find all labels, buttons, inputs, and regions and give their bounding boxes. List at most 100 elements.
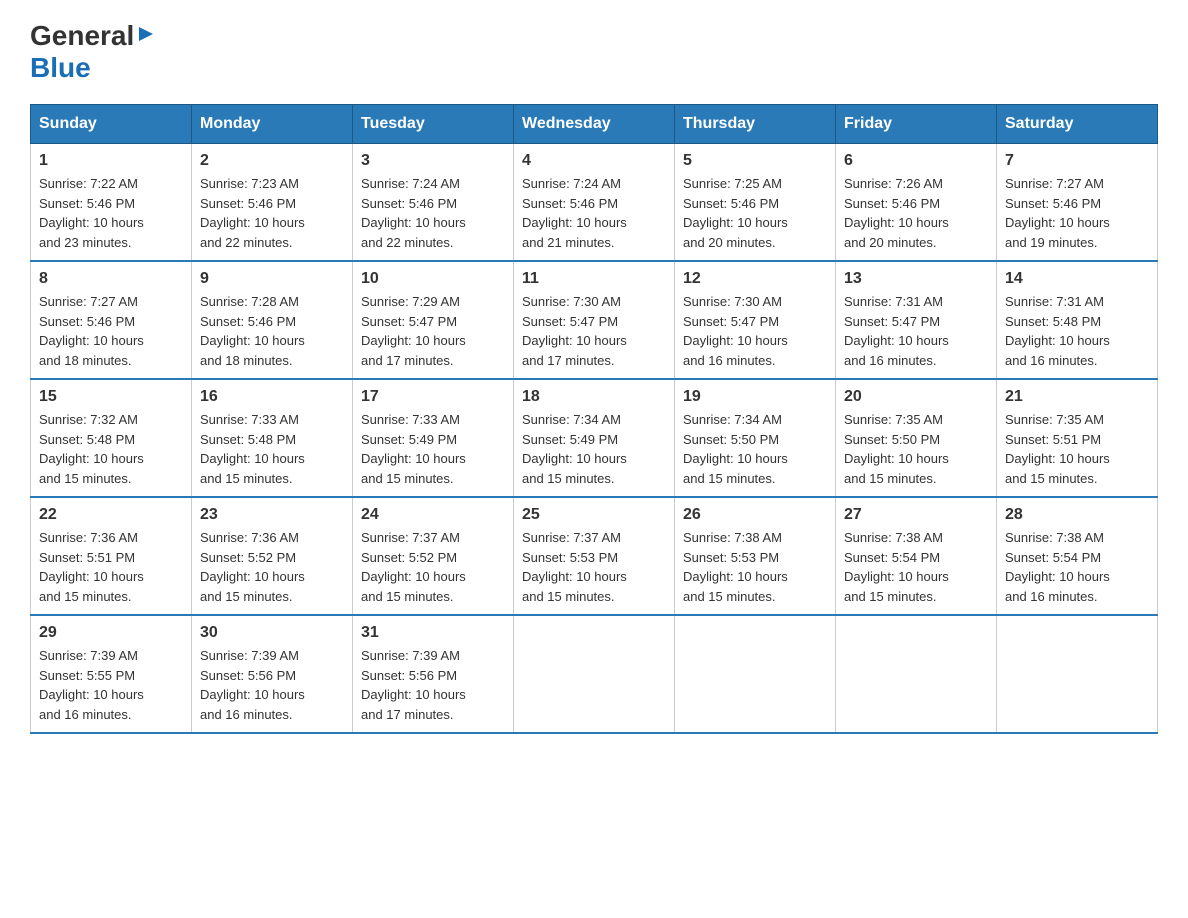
day-info: Sunrise: 7:38 AM Sunset: 5:54 PM Dayligh… <box>844 528 988 606</box>
calendar-cell: 31 Sunrise: 7:39 AM Sunset: 5:56 PM Dayl… <box>353 615 514 733</box>
calendar-cell: 13 Sunrise: 7:31 AM Sunset: 5:47 PM Dayl… <box>836 261 997 379</box>
day-number: 19 <box>683 388 827 406</box>
day-number: 12 <box>683 270 827 288</box>
calendar-cell: 10 Sunrise: 7:29 AM Sunset: 5:47 PM Dayl… <box>353 261 514 379</box>
day-number: 8 <box>39 270 183 288</box>
calendar-cell: 27 Sunrise: 7:38 AM Sunset: 5:54 PM Dayl… <box>836 497 997 615</box>
calendar-cell: 22 Sunrise: 7:36 AM Sunset: 5:51 PM Dayl… <box>31 497 192 615</box>
day-number: 24 <box>361 506 505 524</box>
calendar-cell: 24 Sunrise: 7:37 AM Sunset: 5:52 PM Dayl… <box>353 497 514 615</box>
day-number: 7 <box>1005 152 1149 170</box>
calendar-cell: 20 Sunrise: 7:35 AM Sunset: 5:50 PM Dayl… <box>836 379 997 497</box>
day-number: 1 <box>39 152 183 170</box>
day-info: Sunrise: 7:30 AM Sunset: 5:47 PM Dayligh… <box>683 292 827 370</box>
day-header-monday: Monday <box>192 105 353 144</box>
calendar-week-row: 29 Sunrise: 7:39 AM Sunset: 5:55 PM Dayl… <box>31 615 1158 733</box>
calendar-cell: 1 Sunrise: 7:22 AM Sunset: 5:46 PM Dayli… <box>31 144 192 262</box>
calendar-cell: 21 Sunrise: 7:35 AM Sunset: 5:51 PM Dayl… <box>997 379 1158 497</box>
day-info: Sunrise: 7:30 AM Sunset: 5:47 PM Dayligh… <box>522 292 666 370</box>
day-info: Sunrise: 7:28 AM Sunset: 5:46 PM Dayligh… <box>200 292 344 370</box>
day-info: Sunrise: 7:27 AM Sunset: 5:46 PM Dayligh… <box>1005 174 1149 252</box>
day-info: Sunrise: 7:34 AM Sunset: 5:50 PM Dayligh… <box>683 410 827 488</box>
day-number: 14 <box>1005 270 1149 288</box>
calendar-cell: 4 Sunrise: 7:24 AM Sunset: 5:46 PM Dayli… <box>514 144 675 262</box>
day-info: Sunrise: 7:39 AM Sunset: 5:56 PM Dayligh… <box>361 646 505 724</box>
page-header: General Blue <box>30 20 1158 84</box>
day-number: 23 <box>200 506 344 524</box>
day-header-tuesday: Tuesday <box>353 105 514 144</box>
calendar-table: SundayMondayTuesdayWednesdayThursdayFrid… <box>30 104 1158 734</box>
day-info: Sunrise: 7:31 AM Sunset: 5:48 PM Dayligh… <box>1005 292 1149 370</box>
day-info: Sunrise: 7:34 AM Sunset: 5:49 PM Dayligh… <box>522 410 666 488</box>
day-number: 13 <box>844 270 988 288</box>
calendar-cell: 11 Sunrise: 7:30 AM Sunset: 5:47 PM Dayl… <box>514 261 675 379</box>
day-header-sunday: Sunday <box>31 105 192 144</box>
day-header-saturday: Saturday <box>997 105 1158 144</box>
day-info: Sunrise: 7:23 AM Sunset: 5:46 PM Dayligh… <box>200 174 344 252</box>
calendar-cell <box>836 615 997 733</box>
calendar-cell: 30 Sunrise: 7:39 AM Sunset: 5:56 PM Dayl… <box>192 615 353 733</box>
day-info: Sunrise: 7:26 AM Sunset: 5:46 PM Dayligh… <box>844 174 988 252</box>
day-number: 20 <box>844 388 988 406</box>
day-number: 2 <box>200 152 344 170</box>
day-info: Sunrise: 7:39 AM Sunset: 5:55 PM Dayligh… <box>39 646 183 724</box>
calendar-cell: 15 Sunrise: 7:32 AM Sunset: 5:48 PM Dayl… <box>31 379 192 497</box>
calendar-cell: 26 Sunrise: 7:38 AM Sunset: 5:53 PM Dayl… <box>675 497 836 615</box>
day-number: 21 <box>1005 388 1149 406</box>
logo: General Blue <box>30 20 155 84</box>
day-number: 5 <box>683 152 827 170</box>
calendar-cell: 9 Sunrise: 7:28 AM Sunset: 5:46 PM Dayli… <box>192 261 353 379</box>
day-number: 30 <box>200 624 344 642</box>
day-info: Sunrise: 7:25 AM Sunset: 5:46 PM Dayligh… <box>683 174 827 252</box>
day-info: Sunrise: 7:35 AM Sunset: 5:51 PM Dayligh… <box>1005 410 1149 488</box>
day-info: Sunrise: 7:29 AM Sunset: 5:47 PM Dayligh… <box>361 292 505 370</box>
day-number: 16 <box>200 388 344 406</box>
day-info: Sunrise: 7:36 AM Sunset: 5:51 PM Dayligh… <box>39 528 183 606</box>
calendar-cell <box>997 615 1158 733</box>
day-number: 28 <box>1005 506 1149 524</box>
day-number: 17 <box>361 388 505 406</box>
day-number: 29 <box>39 624 183 642</box>
day-number: 18 <box>522 388 666 406</box>
day-info: Sunrise: 7:35 AM Sunset: 5:50 PM Dayligh… <box>844 410 988 488</box>
day-number: 10 <box>361 270 505 288</box>
calendar-cell: 6 Sunrise: 7:26 AM Sunset: 5:46 PM Dayli… <box>836 144 997 262</box>
calendar-cell: 3 Sunrise: 7:24 AM Sunset: 5:46 PM Dayli… <box>353 144 514 262</box>
day-number: 3 <box>361 152 505 170</box>
calendar-cell: 29 Sunrise: 7:39 AM Sunset: 5:55 PM Dayl… <box>31 615 192 733</box>
calendar-cell: 18 Sunrise: 7:34 AM Sunset: 5:49 PM Dayl… <box>514 379 675 497</box>
day-info: Sunrise: 7:33 AM Sunset: 5:48 PM Dayligh… <box>200 410 344 488</box>
day-info: Sunrise: 7:37 AM Sunset: 5:52 PM Dayligh… <box>361 528 505 606</box>
calendar-cell: 19 Sunrise: 7:34 AM Sunset: 5:50 PM Dayl… <box>675 379 836 497</box>
day-info: Sunrise: 7:24 AM Sunset: 5:46 PM Dayligh… <box>361 174 505 252</box>
calendar-header-row: SundayMondayTuesdayWednesdayThursdayFrid… <box>31 105 1158 144</box>
day-number: 11 <box>522 270 666 288</box>
calendar-week-row: 1 Sunrise: 7:22 AM Sunset: 5:46 PM Dayli… <box>31 144 1158 262</box>
day-info: Sunrise: 7:36 AM Sunset: 5:52 PM Dayligh… <box>200 528 344 606</box>
day-header-wednesday: Wednesday <box>514 105 675 144</box>
day-number: 6 <box>844 152 988 170</box>
day-info: Sunrise: 7:33 AM Sunset: 5:49 PM Dayligh… <box>361 410 505 488</box>
calendar-cell: 7 Sunrise: 7:27 AM Sunset: 5:46 PM Dayli… <box>997 144 1158 262</box>
calendar-cell: 28 Sunrise: 7:38 AM Sunset: 5:54 PM Dayl… <box>997 497 1158 615</box>
day-info: Sunrise: 7:39 AM Sunset: 5:56 PM Dayligh… <box>200 646 344 724</box>
calendar-week-row: 8 Sunrise: 7:27 AM Sunset: 5:46 PM Dayli… <box>31 261 1158 379</box>
day-info: Sunrise: 7:22 AM Sunset: 5:46 PM Dayligh… <box>39 174 183 252</box>
day-info: Sunrise: 7:24 AM Sunset: 5:46 PM Dayligh… <box>522 174 666 252</box>
logo-triangle-icon <box>137 25 155 48</box>
day-header-thursday: Thursday <box>675 105 836 144</box>
day-number: 27 <box>844 506 988 524</box>
day-number: 15 <box>39 388 183 406</box>
day-info: Sunrise: 7:38 AM Sunset: 5:53 PM Dayligh… <box>683 528 827 606</box>
calendar-cell: 14 Sunrise: 7:31 AM Sunset: 5:48 PM Dayl… <box>997 261 1158 379</box>
day-number: 4 <box>522 152 666 170</box>
logo-general-text: General <box>30 20 134 52</box>
day-info: Sunrise: 7:32 AM Sunset: 5:48 PM Dayligh… <box>39 410 183 488</box>
day-number: 31 <box>361 624 505 642</box>
calendar-cell <box>514 615 675 733</box>
calendar-cell: 17 Sunrise: 7:33 AM Sunset: 5:49 PM Dayl… <box>353 379 514 497</box>
logo-blue-text: Blue <box>30 52 91 83</box>
calendar-week-row: 15 Sunrise: 7:32 AM Sunset: 5:48 PM Dayl… <box>31 379 1158 497</box>
day-info: Sunrise: 7:27 AM Sunset: 5:46 PM Dayligh… <box>39 292 183 370</box>
day-number: 9 <box>200 270 344 288</box>
